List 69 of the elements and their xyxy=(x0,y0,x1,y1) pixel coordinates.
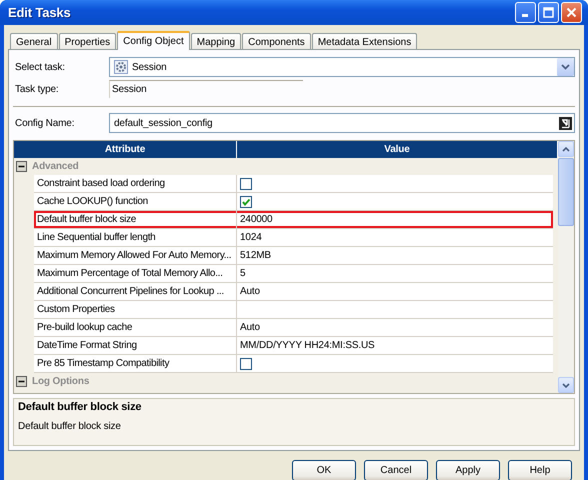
chevron-up-icon xyxy=(562,146,570,152)
attribute-cell: DateTime Format String xyxy=(34,337,237,354)
value-cell-text: 240000 xyxy=(239,213,274,227)
gear-icon xyxy=(114,60,128,74)
dialog-button[interactable]: Help xyxy=(508,460,572,480)
group-label: Log Options xyxy=(32,376,90,387)
tab[interactable]: Properties xyxy=(58,33,116,49)
close-button[interactable] xyxy=(561,2,582,23)
collapse-icon[interactable] xyxy=(16,376,27,387)
field-label: Select task: xyxy=(14,62,66,72)
grid-row[interactable]: Maximum Percentage of Total Memory Allo... 5 xyxy=(34,265,553,283)
grid-row[interactable]: Line Sequential buffer length 1024 xyxy=(34,229,553,247)
checkbox[interactable] xyxy=(240,358,252,370)
attribute-cell: Additional Concurrent Pipelines for Lookup ... xyxy=(34,283,237,300)
attribute-cell: Maximum Memory Allowed For Auto Memory... xyxy=(34,247,237,264)
minimize-button[interactable] xyxy=(515,2,536,23)
attribute-cell: Cache LOOKUP() function xyxy=(34,193,237,210)
checkbox[interactable] xyxy=(240,196,252,208)
attribute-cell: Line Sequential buffer length xyxy=(34,229,237,246)
dialog-button[interactable]: Apply xyxy=(436,460,500,480)
column-header: Attribute xyxy=(14,141,237,158)
attribute-cell: Maximum Percentage of Total Memory Allo... xyxy=(34,265,237,282)
group-label: Advanced xyxy=(32,161,79,172)
field-label: Task type: xyxy=(14,84,60,94)
dialog-button[interactable]: OK xyxy=(292,460,356,480)
description-title: Default buffer block size xyxy=(18,401,142,413)
maximize-icon xyxy=(543,7,554,18)
collapse-icon[interactable] xyxy=(16,161,27,172)
task-dropdown[interactable]: Session xyxy=(109,57,575,77)
dialog-button[interactable]: Cancel xyxy=(364,460,428,480)
attribute-cell: Pre-build lookup cache xyxy=(34,319,237,336)
grid-row[interactable]: Additional Concurrent Pipelines for Lookup ... Auto xyxy=(34,283,553,301)
attribute-cell: Constraint based load ordering xyxy=(34,175,237,192)
column-header: Value xyxy=(237,141,558,158)
task-type-field: Session xyxy=(109,80,303,98)
chevron-down-icon xyxy=(561,64,570,70)
chevron-down-icon xyxy=(562,382,570,388)
maximize-button[interactable] xyxy=(538,2,559,23)
value-cell-text: MM/DD/YYYY HH24:MI:SS.US xyxy=(239,339,376,353)
value-cell-text: 5 xyxy=(239,267,246,281)
grid-row[interactable]: Constraint based load ordering xyxy=(34,175,553,193)
value-cell-text: Auto xyxy=(239,285,261,299)
tab[interactable]: General xyxy=(10,33,58,49)
grid-row[interactable]: Pre 85 Timestamp Compatibility xyxy=(34,355,553,373)
value-cell-text: Auto xyxy=(239,321,261,335)
config-name-field[interactable]: default_session_config xyxy=(109,113,575,133)
tab[interactable]: Metadata Extensions xyxy=(312,33,418,49)
checkbox[interactable] xyxy=(240,178,252,190)
description-text: Default buffer block size xyxy=(18,421,122,432)
grid-row[interactable]: Default buffer block size 240000 xyxy=(34,211,553,229)
tab[interactable]: Components xyxy=(242,33,311,49)
attribute-cell: Custom Properties xyxy=(34,301,237,318)
tab[interactable]: Mapping xyxy=(190,33,242,49)
scrollbar-thumb[interactable] xyxy=(558,158,574,226)
attribute-cell: Default buffer block size xyxy=(34,211,237,228)
close-icon xyxy=(566,7,577,18)
grid-row[interactable]: Cache LOOKUP() function xyxy=(34,193,553,211)
value-cell-text: 1024 xyxy=(239,231,263,245)
grid-row[interactable]: Custom Properties xyxy=(34,301,553,319)
grid-row[interactable]: Pre-build lookup cache Auto xyxy=(34,319,553,337)
attribute-cell: Pre 85 Timestamp Compatibility xyxy=(34,355,237,372)
grid-row[interactable]: Maximum Memory Allowed For Auto Memory... 512MB xyxy=(34,247,553,265)
grid-row[interactable]: DateTime Format String MM/DD/YYYY HH24:MI:SS.US xyxy=(34,337,553,355)
scroll-up-button[interactable] xyxy=(558,141,574,157)
tab[interactable]: Config Object xyxy=(117,31,190,50)
field-label: Config Name: xyxy=(14,118,76,128)
window-title: Edit Tasks xyxy=(8,5,72,20)
value-cell-text: 512MB xyxy=(239,249,272,263)
scroll-down-button[interactable] xyxy=(558,377,574,393)
